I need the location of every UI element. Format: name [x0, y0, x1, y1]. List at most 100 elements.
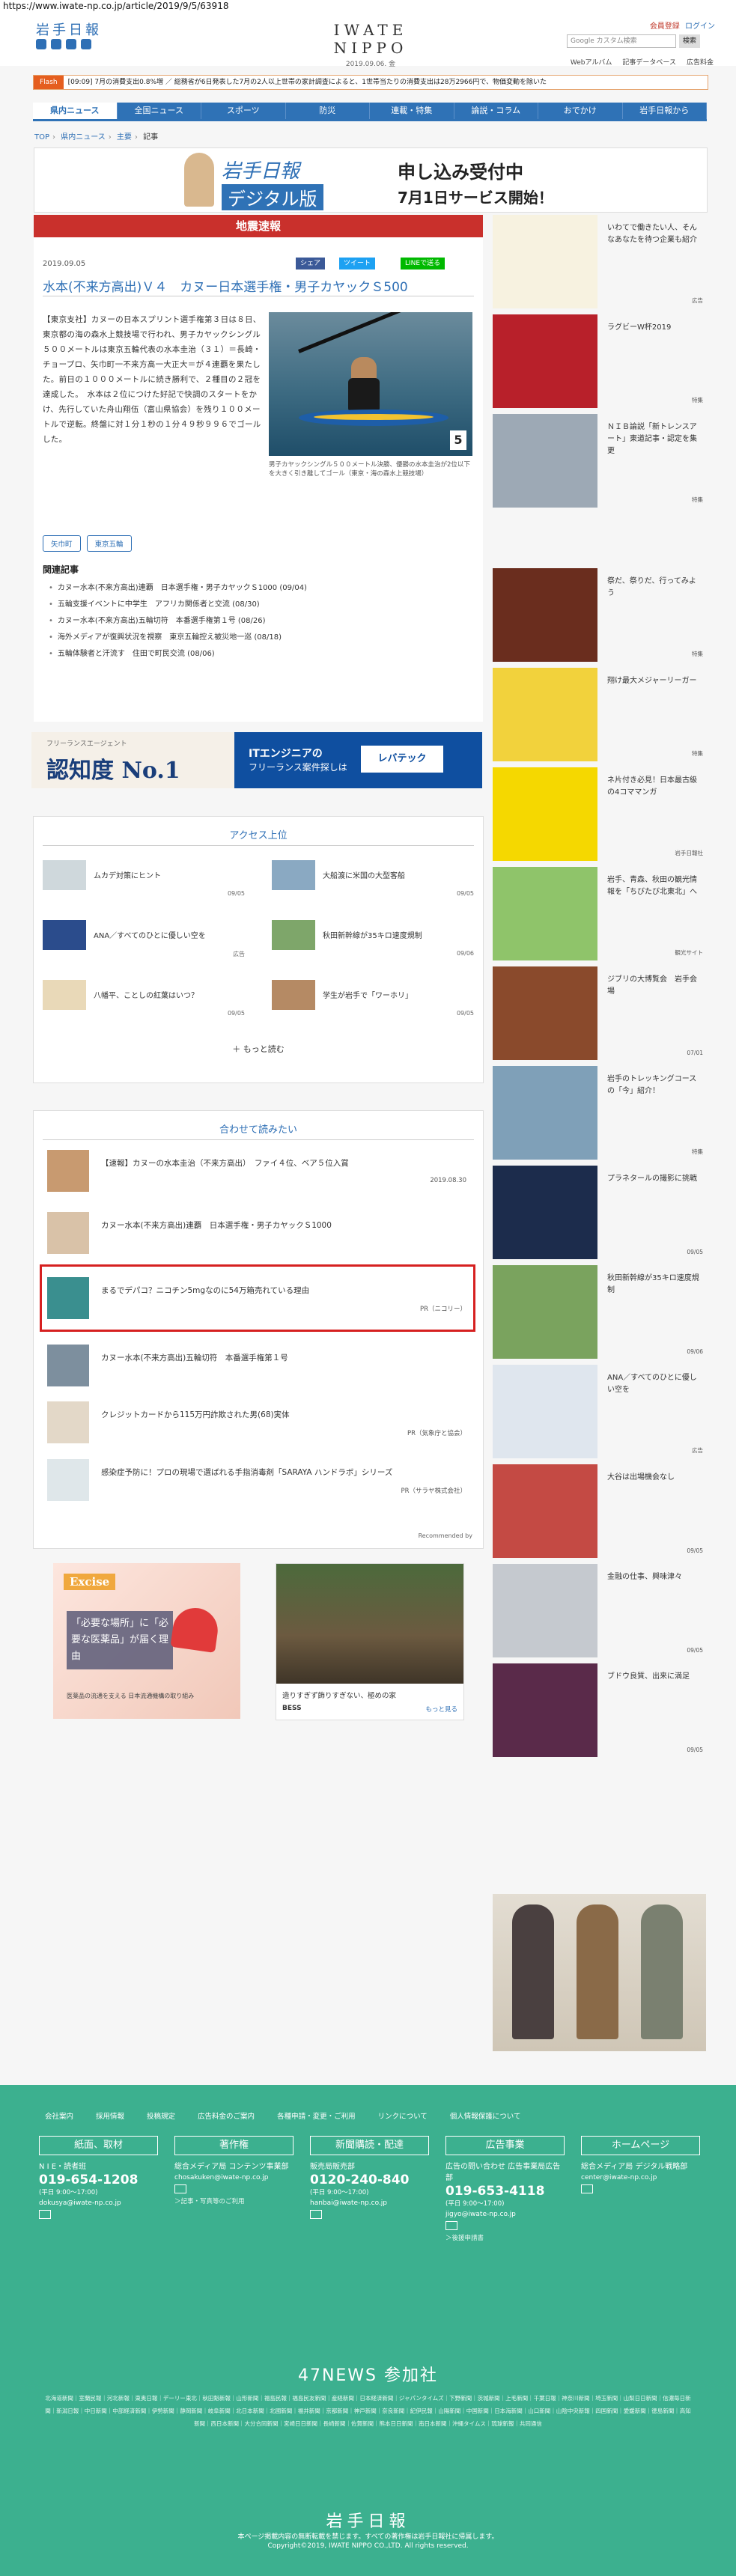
related-item[interactable]: カヌー水本(不来方高出)五輪切符 本番選手権第１号 (08/26) — [49, 613, 307, 630]
footer-col-heading[interactable]: 著作権 — [174, 2136, 294, 2155]
breadcrumb-main[interactable]: 主要 — [117, 133, 132, 141]
nav-series[interactable]: 連載・特集 — [370, 103, 454, 119]
recommended-item[interactable]: まるでデパコ？ニコチン5mgなのに54万箱売れている理由 PR（ニコリー） — [47, 1277, 466, 1319]
facebook-share-button[interactable]: シェア — [296, 258, 326, 270]
header-menu-adprice[interactable]: 広告料金 — [687, 57, 714, 67]
footer-link-applications[interactable]: 各種申請・変更・ご利用 — [277, 2110, 356, 2121]
access-item[interactable]: 秋田新幹線が35キロ速度規制 09/06 — [272, 920, 474, 961]
footer-link-company[interactable]: 会社案内 — [45, 2110, 73, 2121]
bess-more-link[interactable]: もっと見る — [425, 1705, 457, 1714]
footer-logo[interactable]: 岩手日報 — [0, 2508, 736, 2532]
mail-icon[interactable] — [174, 2184, 186, 2193]
digital-edition-banner[interactable]: 岩手日報 申し込み受付中 デジタル版 7月1日サービス開始！ — [34, 147, 708, 213]
sidebar-item[interactable]: ANA／すべてのひとに優しい空を 広告 — [493, 1365, 706, 1462]
footer-col-link[interactable]: ＞後援申請書 — [445, 2233, 565, 2242]
sidebar-item[interactable]: ＮＩＢ論説「新トレンスアート」東道記事・認定を集更 特集 — [493, 414, 706, 511]
nav-column[interactable]: 論説・コラム — [454, 103, 538, 119]
footer-col-link[interactable]: ＞記事・写真等のご利用 — [174, 2196, 294, 2205]
footer-link-adprice[interactable]: 広告料金のご案内 — [198, 2110, 255, 2121]
footer-col-mail[interactable]: dokusya@iwate-np.co.jp — [39, 2199, 158, 2207]
footer-link-linking[interactable]: リンクについて — [378, 2110, 428, 2121]
nav-from-nippo[interactable]: 岩手日報から — [623, 103, 707, 119]
earthquake-alert[interactable]: 地震速報 — [34, 215, 483, 237]
read-more-button[interactable]: ＋ もっと読む — [34, 1043, 483, 1055]
access-item[interactable]: 大船渡に米国の大型客船 09/05 — [272, 860, 474, 901]
recommended-item[interactable]: 感染症予防に！プロの現場で選ばれる手指消毒剤「SARAYA ハンドラボ」シリーズ… — [47, 1459, 466, 1501]
nav-local-news[interactable]: 県内ニュース — [33, 103, 118, 119]
sidebar-item[interactable]: 岩手、青森、秋田の観光情報を「ちびたび北東北」へ 観光サイト — [493, 867, 706, 964]
sidebar-item[interactable]: プラネタールの撮影に挑戦 09/05 — [493, 1166, 706, 1263]
search-input[interactable]: Google カスタム検索 — [567, 34, 676, 48]
sidebar-item[interactable]: 金融の仕事、興味津々 09/05 — [493, 1564, 706, 1661]
article-photo[interactable]: 5 — [269, 312, 472, 456]
sidebar-item-title: 翔け最大メジャーリーガー — [607, 677, 697, 685]
tag-yahaba[interactable]: 矢巾町 — [43, 535, 81, 552]
url-bar[interactable]: https://www.iwate-np.co.jp/article/2019/… — [0, 0, 736, 12]
recommended-thumb — [47, 1459, 89, 1501]
nav-sports[interactable]: スポーツ — [201, 103, 286, 119]
recommended-item[interactable]: カヌー水本(不来方高出)連覇 日本選手権・男子カヤックＳ1000 — [47, 1212, 466, 1254]
bess-ad[interactable]: 造りすぎず飾りすぎない、極めの家 BESS もっと見る — [276, 1563, 464, 1720]
fashion-ad[interactable] — [493, 1894, 706, 2051]
news47-member-list[interactable]: 北海道新聞｜室蘭民報｜河北新報｜東奥日報｜デーリー東北｜秋田魁新報｜山形新聞｜福… — [45, 2392, 691, 2430]
recommended-item[interactable]: 【速報】カヌーの水本圭治（不来方高出） ファイ４位、ベア５位入賞 2019.08… — [47, 1150, 466, 1192]
nav-outing[interactable]: おでかけ — [538, 103, 623, 119]
related-item[interactable]: 五輪支援イベントに中学生 アフリカ関係者と交流 (08/30) — [49, 597, 307, 613]
sidebar-item[interactable]: ネ片付き必見！日本最古級の4コママンガ 岩手日報社 — [493, 767, 706, 865]
footer-col-heading[interactable]: 新聞購読・配達 — [310, 2136, 429, 2155]
sidebar-item[interactable]: 翔け最大メジャーリーガー 特集 — [493, 668, 706, 765]
footer-col-mail[interactable]: chosakuken@iwate-np.co.jp — [174, 2174, 294, 2181]
mail-icon[interactable] — [39, 2210, 51, 2219]
sidebar-item[interactable]: 大谷は出場機会なし 09/05 — [493, 1464, 706, 1562]
tweet-button[interactable]: ツイート — [339, 258, 376, 270]
footer-link-recruit[interactable]: 採用情報 — [96, 2110, 124, 2121]
access-item[interactable]: 学生が岩手で「ワーホリ」 09/05 — [272, 980, 474, 1021]
footer-col-mail[interactable]: jigyo@iwate-np.co.jp — [445, 2211, 565, 2218]
sidebar-item[interactable]: いわてで働きたい人、そんなあなたを待つ企業も紹介 広告 — [493, 215, 706, 312]
footer-col-mail[interactable]: center@iwate-np.co.jp — [581, 2174, 700, 2181]
related-item[interactable]: カヌー水本(不来方高出)連覇 日本選手権・男子カヤックＳ1000 (09/04) — [49, 580, 307, 597]
footer-link-submission[interactable]: 投稿規定 — [147, 2110, 175, 2121]
login-link[interactable]: ログイン — [685, 22, 715, 31]
breadcrumb-top[interactable]: TOP — [34, 133, 49, 141]
member-link[interactable]: 会員登録 — [650, 22, 680, 31]
access-item[interactable]: ANA／すべてのひとに優しい空を 広告 — [43, 920, 245, 961]
sidebar-item[interactable]: 秋田新幹線が35キロ速度規制 09/06 — [493, 1265, 706, 1362]
nav-disaster[interactable]: 防災 — [286, 103, 370, 119]
center-logo[interactable]: IWATE NIPPO 2019.09.06. 金 — [314, 21, 427, 68]
site-logo[interactable]: 岩手日報 — [36, 19, 102, 39]
footer-col-heading[interactable]: ホームページ — [581, 2136, 700, 2155]
footer-link-privacy[interactable]: 個人情報保護について — [450, 2110, 521, 2121]
header-menu-database[interactable]: 記事データベース — [622, 57, 676, 67]
flash-ticker[interactable]: Flash [09:09] 7月の消費支出0.8%増 ／ 総務省が6日発表した7月… — [33, 75, 708, 90]
footer-col-mail[interactable]: hanbai@iwate-np.co.jp — [310, 2199, 429, 2207]
footer-col-heading[interactable]: 広告事業 — [445, 2136, 565, 2155]
sidebar-item[interactable]: 岩手のトレッキングコースの「今」紹介！ 特集 — [493, 1066, 706, 1163]
tag-tokyo-olympics[interactable]: 東京五輪 — [86, 535, 132, 552]
sidebar-item[interactable]: ラグビーW杯2019 特集 — [493, 314, 706, 412]
breadcrumb-local[interactable]: 県内ニュース — [61, 133, 106, 141]
recommended-item[interactable]: クレジットカードから115万円詐欺された男(68)実体 PR（気象庁と協会） — [47, 1401, 466, 1443]
nav-national-news[interactable]: 全国ニュース — [118, 103, 201, 119]
footer-col-heading[interactable]: 紙面、取材 — [39, 2136, 158, 2155]
mail-icon[interactable] — [581, 2184, 593, 2193]
related-item[interactable]: 海外メディアが復興状況を視察 東京五輪控え被災地一巡 (08/18) — [49, 630, 307, 646]
sidebar-item[interactable]: 祭だ、祭りだ、行ってみよう 特集 — [493, 568, 706, 666]
header-menu-album[interactable]: Webアルバム — [571, 57, 612, 67]
sidebar-item[interactable]: ジブリの大博覧会 岩手会場 07/01 — [493, 966, 706, 1064]
sidebar-item[interactable]: ブドウ良質、出来に満足 09/05 — [493, 1663, 706, 1761]
access-item[interactable]: 八幡平、ことしの紅葉はいつ？ 09/05 — [43, 980, 245, 1021]
facebook-icon[interactable] — [51, 39, 61, 49]
line-share-button[interactable]: LINEで送る — [401, 258, 445, 270]
mail-icon[interactable] — [445, 2221, 457, 2230]
youtube-icon[interactable] — [66, 39, 76, 49]
excise-ad[interactable]: Excise 「必要な場所」に「必要な医薬品」が届く理由 医薬品の流通を支える … — [53, 1563, 240, 1719]
access-item[interactable]: ムカデ対策にヒント 09/05 — [43, 860, 245, 901]
search-button[interactable]: 検索 — [679, 34, 700, 48]
instagram-icon[interactable] — [81, 39, 91, 49]
twitter-icon[interactable] — [36, 39, 46, 49]
related-item[interactable]: 五輪体験者と汗流す 住田で町民交流 (08/06) — [49, 646, 307, 663]
mail-icon[interactable] — [310, 2210, 322, 2219]
recommended-item[interactable]: カヌー水本(不来方高出)五輪切符 本番選手権第１号 — [47, 1345, 466, 1386]
levtech-ad[interactable]: フリーランスエージェント 認知度 No.1 ITエンジニアの フリーランス案件探… — [31, 732, 482, 788]
